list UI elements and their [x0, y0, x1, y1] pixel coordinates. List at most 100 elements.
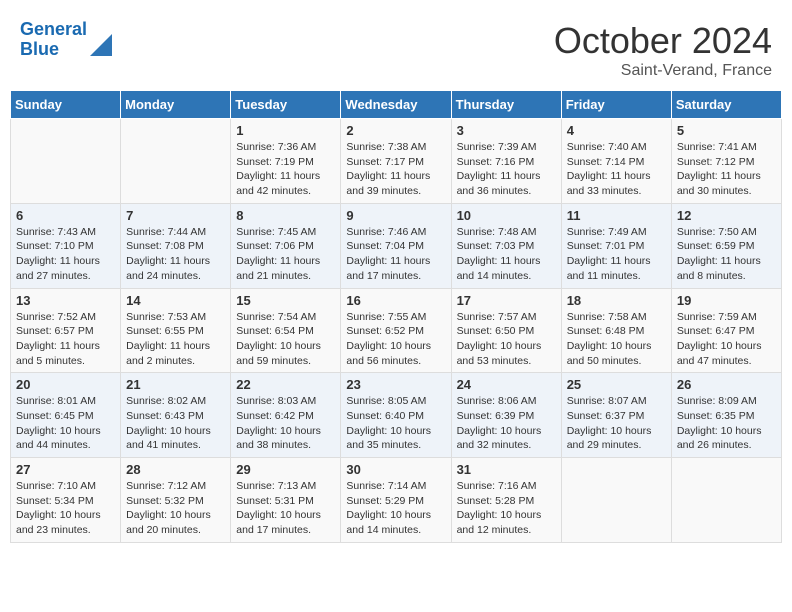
day-number: 13	[16, 293, 115, 308]
day-info: Sunrise: 8:09 AM Sunset: 6:35 PM Dayligh…	[677, 394, 776, 453]
day-info: Sunrise: 7:38 AM Sunset: 7:17 PM Dayligh…	[346, 140, 445, 199]
day-number: 25	[567, 377, 666, 392]
day-info: Sunrise: 7:49 AM Sunset: 7:01 PM Dayligh…	[567, 225, 666, 284]
day-of-week-header: Saturday	[671, 91, 781, 119]
logo: GeneralBlue	[20, 20, 112, 60]
day-of-week-header: Friday	[561, 91, 671, 119]
calendar-day-cell: 5 Sunrise: 7:41 AM Sunset: 7:12 PM Daylig…	[671, 119, 781, 204]
day-number: 19	[677, 293, 776, 308]
calendar-week-row: 13 Sunrise: 7:52 AM Sunset: 6:57 PM Dayli…	[11, 288, 782, 373]
calendar-day-cell: 8 Sunrise: 7:45 AM Sunset: 7:06 PM Daylig…	[231, 203, 341, 288]
calendar-day-cell: 4 Sunrise: 7:40 AM Sunset: 7:14 PM Daylig…	[561, 119, 671, 204]
day-number: 31	[457, 462, 556, 477]
day-number: 21	[126, 377, 225, 392]
day-number: 29	[236, 462, 335, 477]
calendar-day-cell: 19 Sunrise: 7:59 AM Sunset: 6:47 PM Dayli…	[671, 288, 781, 373]
calendar-day-cell: 20 Sunrise: 8:01 AM Sunset: 6:45 PM Dayli…	[11, 373, 121, 458]
day-number: 20	[16, 377, 115, 392]
day-number: 10	[457, 208, 556, 223]
calendar-day-cell: 7Sunrise: 7:44 AM Sunset: 7:08 PM Daylig…	[121, 203, 231, 288]
calendar-day-cell: 26 Sunrise: 8:09 AM Sunset: 6:35 PM Dayli…	[671, 373, 781, 458]
day-info: Sunrise: 7:58 AM Sunset: 6:48 PM Dayligh…	[567, 310, 666, 369]
day-number: 24	[457, 377, 556, 392]
day-info: Sunrise: 7:13 AM Sunset: 5:31 PM Dayligh…	[236, 479, 335, 538]
day-info: Sunrise: 7:40 AM Sunset: 7:14 PM Dayligh…	[567, 140, 666, 199]
calendar-table: SundayMondayTuesdayWednesdayThursdayFrid…	[10, 90, 782, 543]
day-number: 11	[567, 208, 666, 223]
calendar-day-cell: 27Sunrise: 7:10 AM Sunset: 5:34 PM Dayli…	[11, 458, 121, 543]
day-number: 4	[567, 123, 666, 138]
day-of-week-header: Wednesday	[341, 91, 451, 119]
day-number: 23	[346, 377, 445, 392]
day-of-week-header: Thursday	[451, 91, 561, 119]
calendar-day-cell: 13 Sunrise: 7:52 AM Sunset: 6:57 PM Dayli…	[11, 288, 121, 373]
logo-icon	[90, 28, 112, 56]
day-number: 27	[16, 462, 115, 477]
day-number: 15	[236, 293, 335, 308]
day-number: 6	[16, 208, 115, 223]
day-info: Sunrise: 7:41 AM Sunset: 7:12 PM Dayligh…	[677, 140, 776, 199]
calendar-day-cell: 21Sunrise: 8:02 AM Sunset: 6:43 PM Dayli…	[121, 373, 231, 458]
day-of-week-header: Monday	[121, 91, 231, 119]
day-number: 22	[236, 377, 335, 392]
day-info: Sunrise: 7:43 AM Sunset: 7:10 PM Dayligh…	[16, 225, 115, 284]
day-info: Sunrise: 7:36 AM Sunset: 7:19 PM Dayligh…	[236, 140, 335, 199]
day-number: 26	[677, 377, 776, 392]
day-info: Sunrise: 7:44 AM Sunset: 7:08 PM Dayligh…	[126, 225, 225, 284]
day-number: 8	[236, 208, 335, 223]
calendar-day-cell: 9 Sunrise: 7:46 AM Sunset: 7:04 PM Daylig…	[341, 203, 451, 288]
day-number: 18	[567, 293, 666, 308]
day-info: Sunrise: 7:55 AM Sunset: 6:52 PM Dayligh…	[346, 310, 445, 369]
day-info: Sunrise: 7:45 AM Sunset: 7:06 PM Dayligh…	[236, 225, 335, 284]
calendar-day-cell: 25 Sunrise: 8:07 AM Sunset: 6:37 PM Dayli…	[561, 373, 671, 458]
page-header: GeneralBlue October 2024 Saint-Verand, F…	[10, 10, 782, 85]
calendar-day-cell	[11, 119, 121, 204]
calendar-day-cell: 3Sunrise: 7:39 AM Sunset: 7:16 PM Daylig…	[451, 119, 561, 204]
day-info: Sunrise: 7:39 AM Sunset: 7:16 PM Dayligh…	[457, 140, 556, 199]
day-number: 9	[346, 208, 445, 223]
day-number: 1	[236, 123, 335, 138]
calendar-day-cell: 15 Sunrise: 7:54 AM Sunset: 6:54 PM Dayli…	[231, 288, 341, 373]
day-number: 12	[677, 208, 776, 223]
calendar-day-cell: 29 Sunrise: 7:13 AM Sunset: 5:31 PM Dayli…	[231, 458, 341, 543]
calendar-day-cell: 12Sunrise: 7:50 AM Sunset: 6:59 PM Dayli…	[671, 203, 781, 288]
calendar-day-cell: 16 Sunrise: 7:55 AM Sunset: 6:52 PM Dayli…	[341, 288, 451, 373]
calendar-day-cell: 2 Sunrise: 7:38 AM Sunset: 7:17 PM Daylig…	[341, 119, 451, 204]
calendar-day-cell	[561, 458, 671, 543]
day-info: Sunrise: 8:01 AM Sunset: 6:45 PM Dayligh…	[16, 394, 115, 453]
day-info: Sunrise: 8:05 AM Sunset: 6:40 PM Dayligh…	[346, 394, 445, 453]
day-info: Sunrise: 8:07 AM Sunset: 6:37 PM Dayligh…	[567, 394, 666, 453]
calendar-week-row: 1 Sunrise: 7:36 AM Sunset: 7:19 PM Daylig…	[11, 119, 782, 204]
page-subtitle: Saint-Verand, France	[554, 62, 772, 80]
calendar-week-row: 6 Sunrise: 7:43 AM Sunset: 7:10 PM Daylig…	[11, 203, 782, 288]
day-info: Sunrise: 7:54 AM Sunset: 6:54 PM Dayligh…	[236, 310, 335, 369]
calendar-day-cell: 6 Sunrise: 7:43 AM Sunset: 7:10 PM Daylig…	[11, 203, 121, 288]
day-number: 5	[677, 123, 776, 138]
calendar-day-cell: 24 Sunrise: 8:06 AM Sunset: 6:39 PM Dayli…	[451, 373, 561, 458]
day-info: Sunrise: 7:46 AM Sunset: 7:04 PM Dayligh…	[346, 225, 445, 284]
calendar-day-cell	[671, 458, 781, 543]
day-info: Sunrise: 8:06 AM Sunset: 6:39 PM Dayligh…	[457, 394, 556, 453]
logo-text: GeneralBlue	[20, 20, 87, 60]
calendar-day-cell: 11 Sunrise: 7:49 AM Sunset: 7:01 PM Dayli…	[561, 203, 671, 288]
calendar-day-cell: 17 Sunrise: 7:57 AM Sunset: 6:50 PM Dayli…	[451, 288, 561, 373]
day-number: 17	[457, 293, 556, 308]
day-number: 2	[346, 123, 445, 138]
page-title: October 2024	[554, 20, 772, 62]
day-info: Sunrise: 7:12 AM Sunset: 5:32 PM Dayligh…	[126, 479, 225, 538]
day-info: Sunrise: 7:59 AM Sunset: 6:47 PM Dayligh…	[677, 310, 776, 369]
calendar-day-cell: 1 Sunrise: 7:36 AM Sunset: 7:19 PM Daylig…	[231, 119, 341, 204]
day-info: Sunrise: 7:57 AM Sunset: 6:50 PM Dayligh…	[457, 310, 556, 369]
calendar-day-cell: 31 Sunrise: 7:16 AM Sunset: 5:28 PM Dayli…	[451, 458, 561, 543]
calendar-day-cell: 23 Sunrise: 8:05 AM Sunset: 6:40 PM Dayli…	[341, 373, 451, 458]
day-number: 16	[346, 293, 445, 308]
day-of-week-header: Tuesday	[231, 91, 341, 119]
calendar-day-cell	[121, 119, 231, 204]
calendar-header-row: SundayMondayTuesdayWednesdayThursdayFrid…	[11, 91, 782, 119]
day-of-week-header: Sunday	[11, 91, 121, 119]
calendar-day-cell: 14Sunrise: 7:53 AM Sunset: 6:55 PM Dayli…	[121, 288, 231, 373]
day-info: Sunrise: 7:52 AM Sunset: 6:57 PM Dayligh…	[16, 310, 115, 369]
day-info: Sunrise: 8:03 AM Sunset: 6:42 PM Dayligh…	[236, 394, 335, 453]
day-info: Sunrise: 7:16 AM Sunset: 5:28 PM Dayligh…	[457, 479, 556, 538]
day-info: Sunrise: 7:53 AM Sunset: 6:55 PM Dayligh…	[126, 310, 225, 369]
